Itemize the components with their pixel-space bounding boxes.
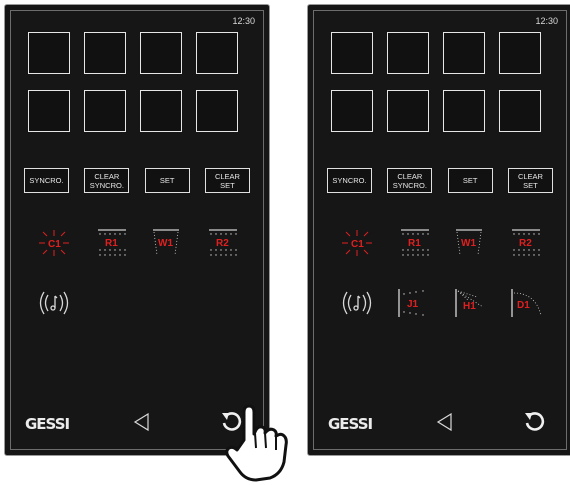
spray-mode-r1-label: R1	[408, 238, 421, 249]
syncro-label: SYNCRO.	[332, 176, 367, 185]
gessi-logo: GESSI	[328, 415, 373, 433]
spray-mode-j1[interactable]: J1	[396, 287, 430, 319]
spray-mode-r2[interactable]: R2	[207, 227, 239, 259]
clear-syncro-button[interactable]: CLEAR SYNCRO.	[387, 168, 433, 193]
spray-mode-h1[interactable]: H1	[453, 287, 487, 319]
set-button[interactable]: SET	[447, 168, 493, 193]
preset-grid	[28, 32, 238, 151]
preset-slot-4[interactable]	[499, 32, 541, 74]
shower-control-screen-right: 12:30 SYNCRO. CLEAR SYNCRO. SET CLEAR SE…	[307, 4, 570, 456]
tap-hand-icon	[225, 404, 288, 482]
clear-syncro-label: CLEAR SYNCRO.	[89, 171, 124, 190]
preset-slot-8[interactable]	[499, 90, 541, 132]
spray-mode-c1-label: C1	[351, 239, 364, 250]
preset-slot-8[interactable]	[196, 90, 238, 132]
gessi-logo: GESSI	[25, 415, 70, 433]
spray-mode-d1[interactable]: D1	[509, 287, 545, 319]
syncro-button[interactable]: SYNCRO.	[24, 168, 69, 193]
footer-bar: GESSI	[308, 409, 570, 439]
spray-mode-r1[interactable]: R1	[399, 227, 431, 259]
set-button[interactable]: SET	[144, 168, 190, 193]
spray-mode-w1-label: W1	[461, 238, 476, 249]
set-label: SET	[462, 176, 478, 185]
back-triangle-icon[interactable]	[133, 412, 151, 432]
preset-slot-6[interactable]	[84, 90, 126, 132]
preset-grid	[331, 32, 541, 151]
spray-mode-h1-label: H1	[463, 301, 476, 312]
preset-slot-1[interactable]	[28, 32, 70, 74]
clear-set-label: CLEAR SET	[517, 171, 543, 190]
clear-set-button[interactable]: CLEAR SET	[507, 168, 553, 193]
clear-syncro-label: CLEAR SYNCRO.	[392, 171, 427, 190]
spray-mode-w1[interactable]: W1	[453, 227, 485, 259]
spray-mode-c1[interactable]: C1	[37, 228, 71, 258]
sound-mode-button[interactable]	[338, 288, 376, 318]
clock: 12:30	[232, 16, 255, 26]
clear-syncro-button[interactable]: CLEAR SYNCRO.	[84, 168, 130, 193]
shower-control-screen-left: 12:30 SYNCRO. CLEAR SYNCRO. SET CLEAR SE…	[4, 4, 270, 456]
action-buttons: SYNCRO. CLEAR SYNCRO. SET CLEAR SET	[327, 168, 553, 193]
spray-mode-r2-label: R2	[519, 238, 532, 249]
spray-mode-c1-label: C1	[48, 239, 61, 250]
preset-slot-1[interactable]	[331, 32, 373, 74]
clear-set-label: CLEAR SET	[214, 171, 240, 190]
spray-mode-c1[interactable]: C1	[340, 228, 374, 258]
preset-slot-7[interactable]	[140, 90, 182, 132]
clear-set-button[interactable]: CLEAR SET	[204, 168, 250, 193]
set-label: SET	[159, 176, 175, 185]
spray-mode-w1-label: W1	[158, 238, 173, 249]
spray-mode-r2[interactable]: R2	[510, 227, 542, 259]
syncro-label: SYNCRO.	[29, 176, 64, 185]
sound-wave-icon	[342, 291, 372, 315]
preset-slot-6[interactable]	[387, 90, 429, 132]
preset-slot-4[interactable]	[196, 32, 238, 74]
sound-mode-button[interactable]	[35, 288, 73, 318]
preset-slot-3[interactable]	[140, 32, 182, 74]
spray-mode-d1-label: D1	[517, 300, 530, 311]
preset-slot-5[interactable]	[331, 90, 373, 132]
clock: 12:30	[535, 16, 558, 26]
preset-slot-5[interactable]	[28, 90, 70, 132]
reload-icon[interactable]	[523, 410, 545, 432]
sound-wave-icon	[39, 291, 69, 315]
spray-mode-r2-label: R2	[216, 238, 229, 249]
preset-slot-7[interactable]	[443, 90, 485, 132]
syncro-button[interactable]: SYNCRO.	[327, 168, 372, 193]
back-triangle-icon[interactable]	[436, 412, 454, 432]
spray-mode-r1-label: R1	[105, 238, 118, 249]
spray-mode-j1-label: J1	[407, 299, 419, 310]
preset-slot-3[interactable]	[443, 32, 485, 74]
preset-slot-2[interactable]	[387, 32, 429, 74]
spray-mode-r1[interactable]: R1	[96, 227, 128, 259]
spray-mode-w1[interactable]: W1	[150, 227, 182, 259]
action-buttons: SYNCRO. CLEAR SYNCRO. SET CLEAR SET	[24, 168, 250, 193]
preset-slot-2[interactable]	[84, 32, 126, 74]
